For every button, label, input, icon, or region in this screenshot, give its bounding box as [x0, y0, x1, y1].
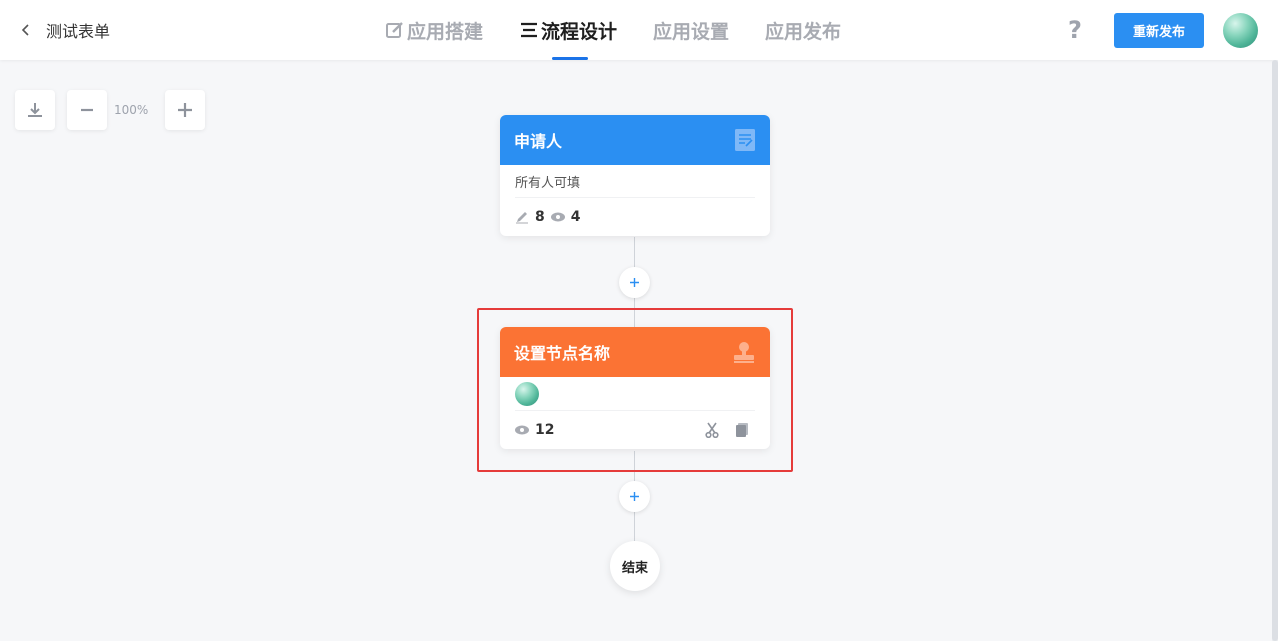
help-icon[interactable]: ?	[1068, 16, 1082, 44]
node-counts: 12	[515, 411, 755, 449]
view-count: 4	[570, 209, 581, 225]
download-icon	[28, 103, 42, 117]
applicant-node[interactable]: 申请人 所有人可填 8 4	[500, 115, 770, 236]
back-button[interactable]: 测试表单	[18, 18, 110, 42]
add-node-button[interactable]	[619, 267, 650, 298]
chevron-left-icon	[21, 24, 29, 36]
zoom-level: 100%	[114, 103, 149, 117]
tab-label: 流程设计	[541, 20, 618, 43]
list-icon	[519, 20, 539, 40]
node-title: 设置节点名称	[514, 344, 611, 363]
user-avatar[interactable]	[1223, 13, 1258, 48]
pencil-icon	[516, 212, 528, 224]
approver-node[interactable]: 设置节点名称 12	[500, 327, 770, 449]
approver-avatar	[515, 381, 539, 406]
end-node: 结束	[610, 541, 660, 591]
minus-icon	[81, 108, 93, 112]
edit-count: 8	[535, 209, 545, 225]
node-title: 申请人	[514, 132, 563, 151]
tab-flow-design[interactable]: 流程设计	[519, 0, 617, 60]
form-title: 测试表单	[46, 22, 111, 41]
node-counts: 8 4	[515, 198, 755, 236]
plus-icon	[630, 492, 639, 501]
stamp-icon	[734, 342, 754, 363]
plus-icon	[630, 278, 639, 287]
tab-label: 应用发布	[765, 20, 842, 43]
view-count: 12	[535, 422, 555, 438]
approver-row	[515, 377, 755, 411]
republish-button[interactable]: 重新发布	[1114, 13, 1204, 48]
edit-icon	[385, 20, 405, 40]
tab-app-build[interactable]: 应用搭建	[385, 0, 483, 60]
node-permission: 所有人可填	[515, 165, 755, 198]
download-button[interactable]	[15, 90, 55, 130]
scissors-icon[interactable]	[705, 422, 719, 438]
node-header: 申请人	[500, 115, 770, 165]
top-bar: 测试表单 应用搭建 流程设计 应用设置 应用发布 ? 重新发布	[0, 0, 1278, 60]
zoom-in-button[interactable]	[165, 90, 205, 130]
zoom-out-button[interactable]	[67, 90, 107, 130]
scrollbar[interactable]	[1272, 60, 1278, 641]
form-icon	[735, 129, 755, 151]
tab-app-settings[interactable]: 应用设置	[653, 0, 729, 60]
tab-label: 应用设置	[653, 20, 730, 43]
node-header: 设置节点名称	[500, 327, 770, 377]
add-node-button[interactable]	[619, 481, 650, 512]
copy-icon[interactable]	[735, 422, 749, 438]
main-tabs: 应用搭建 流程设计 应用设置 应用发布	[385, 0, 877, 60]
tab-label: 应用搭建	[407, 20, 484, 43]
eye-icon	[515, 425, 529, 435]
tab-app-publish[interactable]: 应用发布	[765, 0, 841, 60]
scrollbar-thumb[interactable]	[1272, 60, 1278, 641]
plus-icon	[178, 103, 192, 117]
eye-icon	[550, 212, 565, 222]
node-actions	[705, 422, 755, 438]
